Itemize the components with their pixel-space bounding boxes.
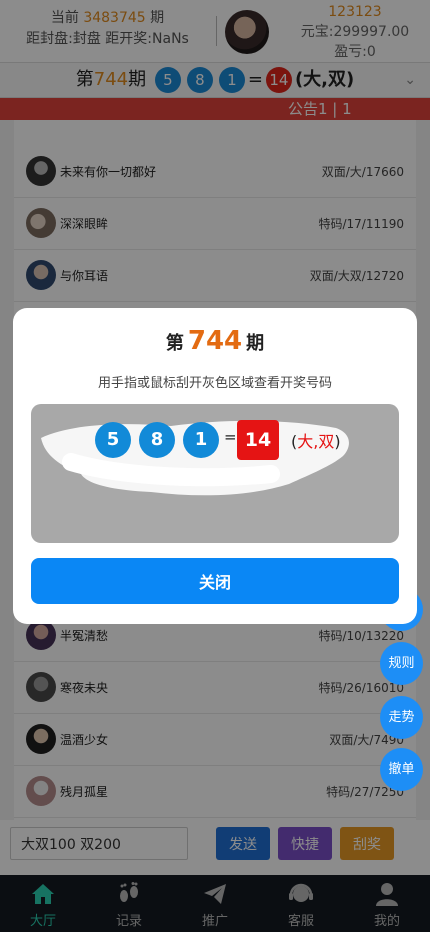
scratched-reveal <box>41 420 349 496</box>
result-ball-3: 1 <box>183 422 219 458</box>
close-button[interactable]: 关闭 <box>31 558 399 604</box>
trend-button[interactable]: 走势 <box>380 696 423 739</box>
result-ball-1: 5 <box>95 422 131 458</box>
title-prefix: 第 <box>165 333 184 354</box>
scratch-modal: 第 744 期 用手指或鼠标刮开灰色区域查看开奖号码 5 8 1 = 14 (大,双… <box>13 308 417 624</box>
cancel-bet-button[interactable]: 撤单 <box>380 748 423 791</box>
tag-close: ) <box>334 432 341 451</box>
scratch-hint: 用手指或鼠标刮开灰色区域查看开奖号码 <box>97 376 332 391</box>
result-sum: 14 <box>237 420 279 460</box>
rules-button[interactable]: 规则 <box>380 642 423 685</box>
result-equals: = <box>224 428 237 446</box>
modal-issue: 744 <box>187 326 243 356</box>
result-tag: (大,双) <box>291 428 341 452</box>
modal-title: 第 744 期 <box>13 326 417 356</box>
title-suffix: 期 <box>246 333 265 354</box>
scratch-area[interactable]: 5 8 1 = 14 (大,双) <box>31 404 399 543</box>
tag-value: 大,双 <box>297 432 335 451</box>
result-ball-2: 8 <box>139 422 175 458</box>
